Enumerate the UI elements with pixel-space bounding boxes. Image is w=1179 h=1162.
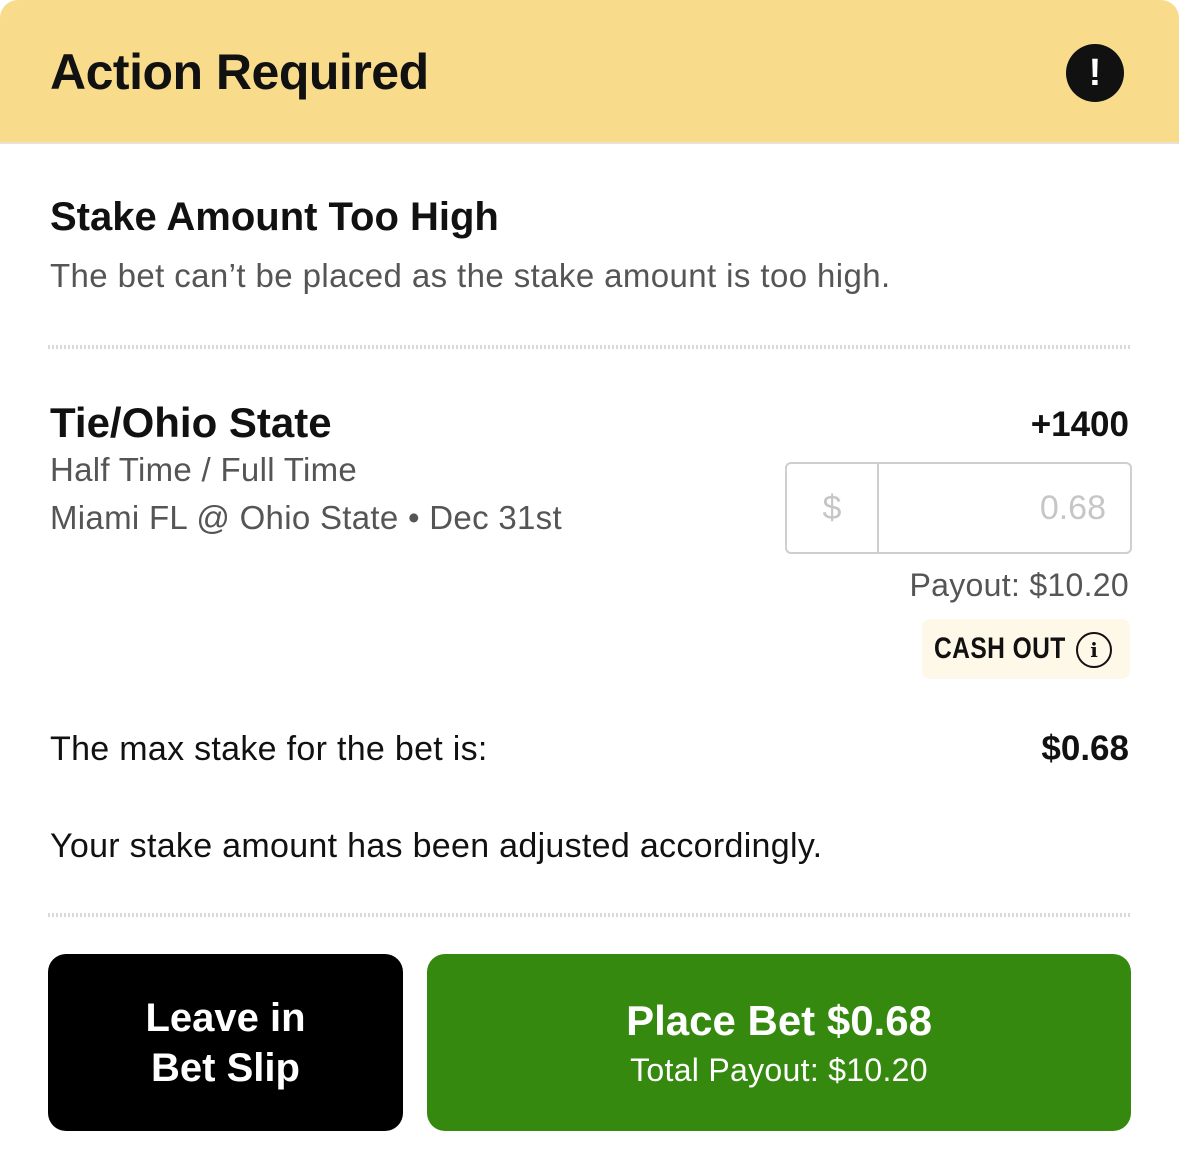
error-title: Stake Amount Too High: [50, 195, 499, 239]
divider: [48, 345, 1131, 349]
cash-out-label: CASH OUT: [934, 632, 1066, 665]
stake-input-group[interactable]: $: [785, 462, 1132, 554]
modal-title: Action Required: [50, 44, 429, 100]
max-stake-label: The max stake for the bet is:: [50, 730, 488, 768]
info-icon[interactable]: i: [1076, 632, 1112, 668]
alert-icon: !: [1066, 44, 1124, 102]
selection-name: Tie/Ohio State: [50, 399, 332, 446]
total-payout-label: Total Payout: $10.20: [630, 1051, 928, 1088]
max-stake-value: $0.68: [1041, 729, 1129, 768]
place-bet-button[interactable]: Place Bet $0.68 Total Payout: $10.20: [427, 954, 1131, 1131]
leave-in-bet-slip-button[interactable]: Leave in Bet Slip: [48, 954, 403, 1131]
place-bet-label: Place Bet $0.68: [626, 996, 932, 1044]
currency-symbol: $: [787, 464, 879, 552]
selection-market: Half Time / Full Time: [50, 451, 358, 488]
payout-text: Payout: $10.20: [909, 567, 1129, 603]
divider: [48, 913, 1131, 917]
error-description: The bet can’t be placed as the stake amo…: [50, 257, 891, 294]
selection-odds: +1400: [1030, 405, 1129, 444]
selection-event: Miami FL @ Ohio State • Dec 31st: [50, 499, 562, 536]
stake-input[interactable]: [879, 464, 1130, 552]
leave-button-line1: Leave in: [145, 995, 306, 1040]
adjusted-note: Your stake amount has been adjusted acco…: [50, 827, 823, 865]
cash-out-badge[interactable]: CASH OUT i: [922, 619, 1130, 679]
leave-button-line2: Bet Slip: [151, 1045, 300, 1090]
action-required-modal: Action Required ! Stake Amount Too High …: [0, 0, 1179, 1162]
modal-header: Action Required !: [0, 0, 1179, 144]
